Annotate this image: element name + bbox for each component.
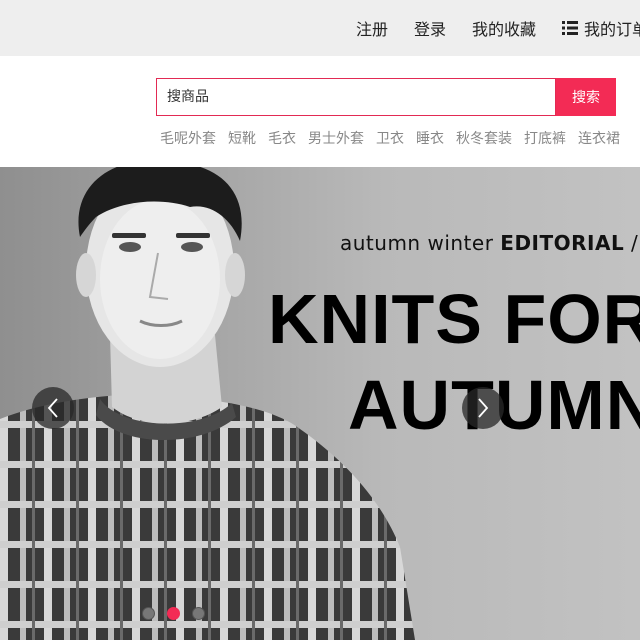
carousel-dot[interactable] [192,607,205,620]
carousel-prev-button[interactable] [32,387,74,429]
banner-carousel[interactable]: autumn winter EDITORIAL / 2016 KNITS FOR… [0,167,640,640]
search-area: 搜索 毛呢外套 短靴 毛衣 男士外套 卫衣 睡衣 秋冬套装 打底裤 连衣裙 [0,56,640,166]
login-link[interactable]: 登录 [414,16,446,40]
banner-headline-line1: KNITS FOR [268,280,640,358]
hot-word-link[interactable]: 毛呢外套 [160,128,216,148]
search-button[interactable]: 搜索 [556,78,616,116]
search-box [156,78,556,116]
hot-word-link[interactable]: 毛衣 [268,128,296,148]
orders-link[interactable]: 我的订单 [562,16,640,40]
hot-word-link[interactable]: 连衣裙 [578,128,620,148]
list-icon [562,21,579,35]
carousel-dots [142,607,217,620]
hot-word-link[interactable]: 男士外套 [308,128,364,148]
register-link[interactable]: 注册 [356,16,388,40]
search-input[interactable] [157,79,555,115]
banner-subtitle: autumn winter EDITORIAL / 2016 [340,231,640,255]
hot-word-link[interactable]: 短靴 [228,128,256,148]
favorites-link[interactable]: 我的收藏 [472,16,536,40]
hot-word-link[interactable]: 打底裤 [524,128,566,148]
carousel-next-button[interactable] [462,387,504,429]
hot-word-link[interactable]: 睡衣 [416,128,444,148]
carousel-dot-active[interactable] [167,607,180,620]
top-nav: 注册 登录 我的收藏 我的订单 [356,0,640,56]
hot-word-link[interactable]: 秋冬套装 [456,128,512,148]
chevron-right-icon [478,398,489,418]
carousel-dot[interactable] [142,607,155,620]
top-bar: 注册 登录 我的收藏 我的订单 [0,0,640,56]
hot-words: 毛呢外套 短靴 毛衣 男士外套 卫衣 睡衣 秋冬套装 打底裤 连衣裙 [160,128,632,148]
orders-label: 我的订单 [584,20,640,39]
chevron-left-icon [47,398,58,418]
hot-word-link[interactable]: 卫衣 [376,128,404,148]
